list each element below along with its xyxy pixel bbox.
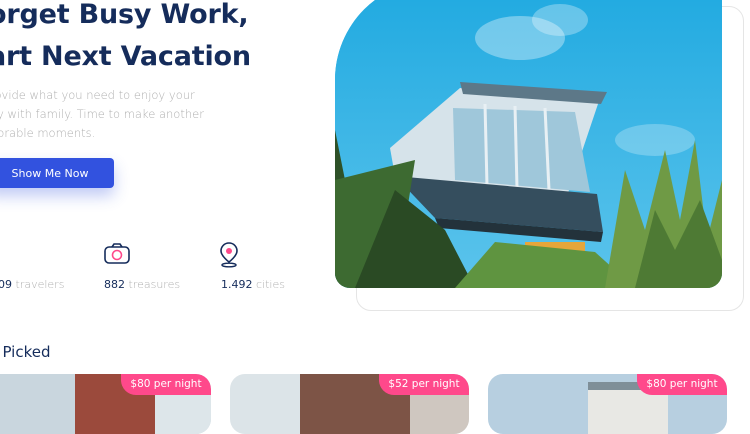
show-me-now-button[interactable]: Show Me Now (0, 158, 114, 188)
card-1-price: $80 per night (130, 378, 202, 390)
hero-description: rovide what you need to enjoy your ay wi… (0, 86, 210, 143)
stat-cities: 1.492 cities (219, 240, 285, 291)
stat-treasures-value: 882 (104, 278, 125, 291)
card-2[interactable]: $52 per night (230, 374, 469, 434)
house-photo (335, 0, 722, 288)
hero-image (335, 0, 722, 288)
stat-cities-label: 1.492 cities (221, 278, 285, 291)
card-1-price-badge: $80 per night (121, 374, 211, 395)
card-2-price: $52 per night (388, 378, 460, 390)
section-title: st Picked (0, 343, 51, 361)
card-3-price: $80 per night (646, 378, 718, 390)
stat-cities-value: 1.492 (221, 278, 253, 291)
card-3[interactable]: $80 per night (488, 374, 727, 434)
stat-treasures-unit: treasures (128, 278, 181, 291)
stat-cities-unit: cities (256, 278, 285, 291)
camera-icon (104, 243, 130, 264)
stat-treasures-label: 882 treasures (104, 278, 180, 291)
card-2-price-badge: $52 per night (379, 374, 469, 395)
hero-description-line-2: ay with family. Time to make another (0, 107, 204, 121)
hero-title: orget Busy Work, art Next Vacation (0, 0, 251, 78)
hero-description-line-1: rovide what you need to enjoy your (0, 88, 195, 102)
stat-travelers-unit: travelers (15, 278, 65, 291)
stat-treasures: 882 treasures (103, 240, 180, 291)
stat-travelers-label: 09 travelers (0, 278, 64, 291)
card-3-price-badge: $80 per night (637, 374, 727, 395)
hero-title-line-2: art Next Vacation (0, 41, 251, 72)
hero-description-line-3: norable moments. (0, 126, 96, 140)
map-pin-icon (220, 242, 238, 268)
hero-title-line-1: orget Busy Work, (0, 0, 249, 30)
card-1[interactable]: $80 per night (0, 374, 211, 434)
stat-travelers-value: 09 (0, 278, 12, 291)
